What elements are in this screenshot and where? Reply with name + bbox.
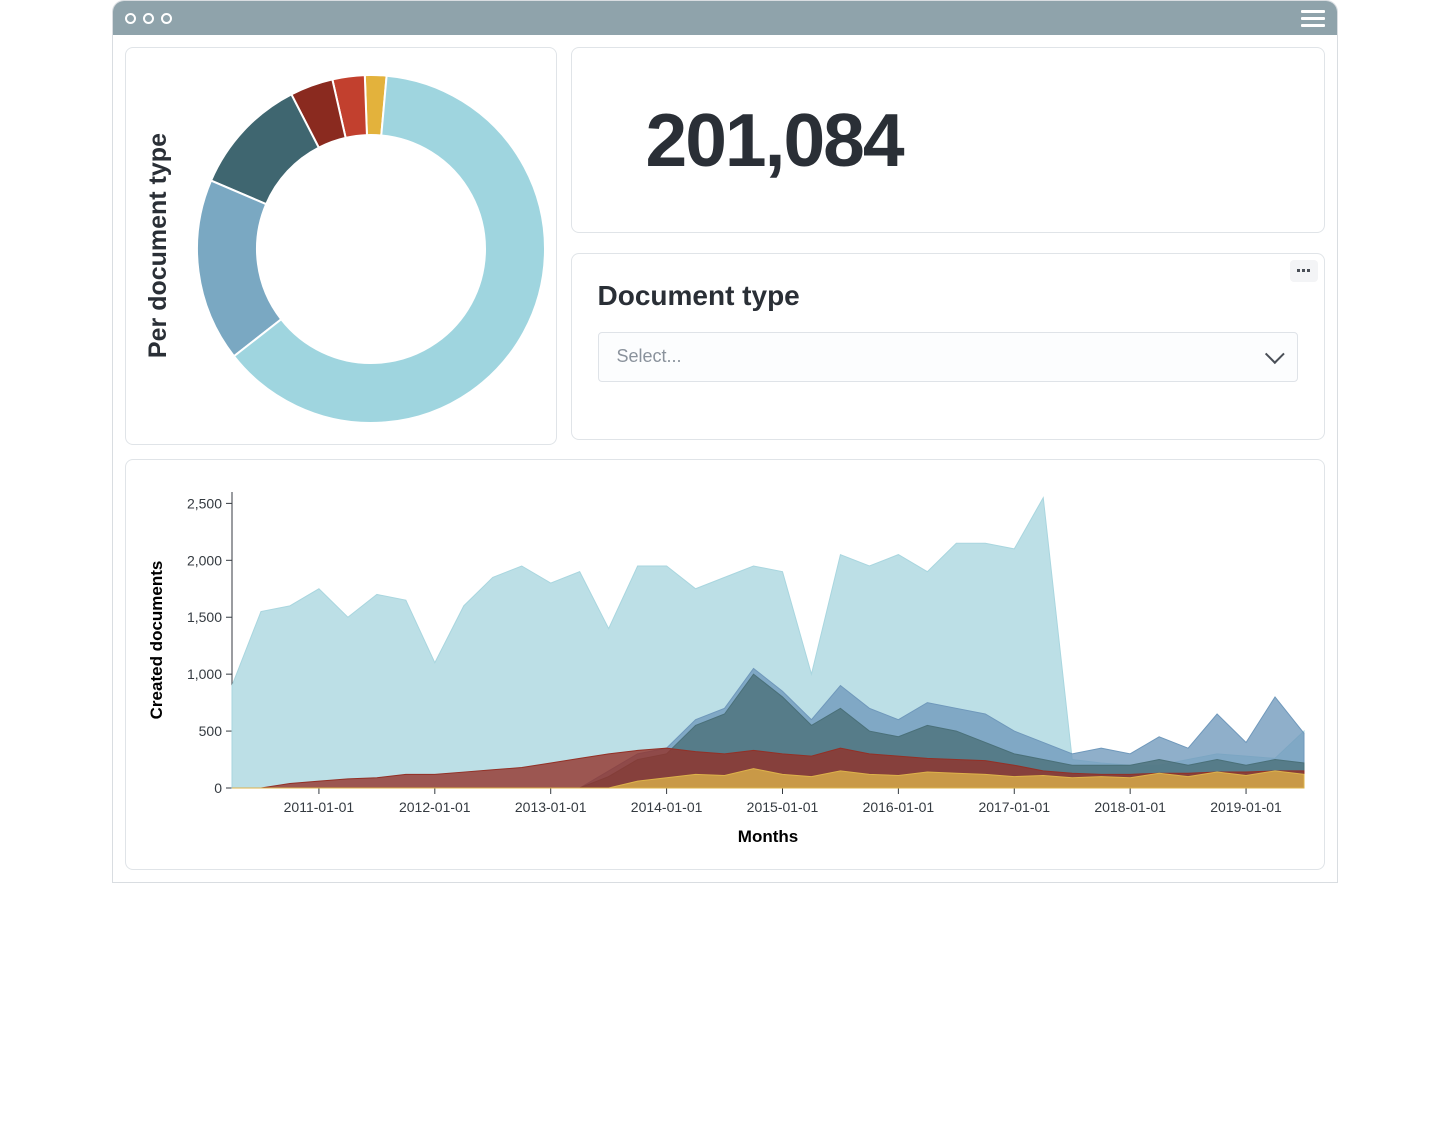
document-type-select[interactable]: Select... bbox=[598, 332, 1298, 382]
window-control-dot[interactable] bbox=[125, 13, 136, 24]
window-titlebar bbox=[113, 1, 1337, 35]
x-tick-label: 2018-01-01 bbox=[1094, 799, 1166, 815]
select-placeholder: Select... bbox=[617, 346, 682, 367]
total-documents-value: 201,084 bbox=[646, 97, 903, 183]
y-tick-label: 1,500 bbox=[186, 609, 221, 625]
x-tick-label: 2013-01-01 bbox=[514, 799, 586, 815]
donut-svg bbox=[181, 66, 561, 426]
x-tick-label: 2015-01-01 bbox=[746, 799, 818, 815]
card-options-button[interactable] bbox=[1290, 260, 1318, 282]
total-documents-card: 201,084 bbox=[571, 47, 1325, 233]
app-window: 201,084 Per document type Document type … bbox=[112, 0, 1338, 883]
window-controls bbox=[125, 13, 172, 24]
x-tick-label: 2011-01-01 bbox=[283, 799, 354, 815]
x-axis-title: Months bbox=[737, 827, 797, 846]
y-tick-label: 2,500 bbox=[186, 495, 221, 511]
y-tick-label: 1,000 bbox=[186, 666, 221, 682]
hamburger-icon bbox=[1301, 17, 1325, 20]
y-tick-label: 500 bbox=[198, 723, 222, 739]
filter-title: Document type bbox=[598, 280, 1298, 312]
x-tick-label: 2016-01-01 bbox=[862, 799, 934, 815]
per-document-type-card: Per document type bbox=[125, 47, 557, 445]
chevron-down-icon bbox=[1264, 344, 1284, 364]
menu-button[interactable] bbox=[1301, 10, 1325, 27]
dashboard-grid: 201,084 Per document type Document type … bbox=[113, 35, 1337, 882]
created-documents-chart-card: Created documents 0 500 1,000 1,500 2,000 2,50… bbox=[125, 459, 1325, 870]
y-tick-label: 2,000 bbox=[186, 552, 221, 568]
x-tick-label: 2017-01-01 bbox=[978, 799, 1050, 815]
window-control-dot[interactable] bbox=[143, 13, 154, 24]
y-axis-title: Created documents bbox=[147, 561, 166, 720]
hamburger-icon bbox=[1301, 24, 1325, 27]
y-tick-label: 0 bbox=[214, 780, 222, 796]
x-tick-label: 2012-01-01 bbox=[398, 799, 470, 815]
x-tick-label: 2019-01-01 bbox=[1210, 799, 1282, 815]
donut-chart bbox=[181, 66, 561, 426]
dots-icon bbox=[1302, 269, 1305, 272]
area-chart-svg: Created documents 0 500 1,000 1,500 2,000 2,50… bbox=[140, 474, 1314, 854]
hamburger-icon bbox=[1301, 10, 1325, 13]
donut-chart-title: Per document type bbox=[144, 133, 173, 358]
x-tick-label: 2014-01-01 bbox=[630, 799, 702, 815]
document-type-filter-card: Document type Select... bbox=[571, 253, 1325, 440]
dots-icon bbox=[1297, 269, 1300, 272]
dots-icon bbox=[1307, 269, 1310, 272]
window-control-dot[interactable] bbox=[161, 13, 172, 24]
